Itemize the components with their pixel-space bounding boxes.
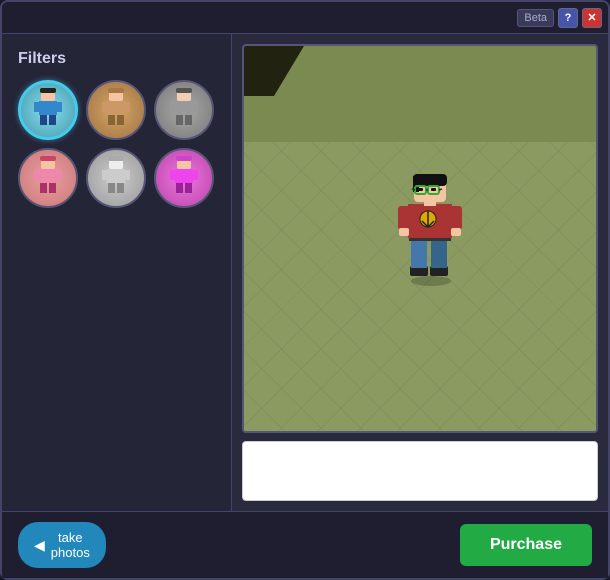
preview-area [242,44,598,433]
take-photos-button[interactable]: takephotos [18,522,106,568]
description-text-box[interactable] [242,441,598,501]
dark-corner [244,46,304,96]
filter-item-pink[interactable] [18,148,78,208]
filter-item-silver[interactable] [86,148,146,208]
beta-badge: Beta [517,9,554,27]
right-panel [232,34,608,511]
filters-label: Filters [18,50,215,68]
filter-grid [18,80,215,208]
title-bar: Beta ? ✕ [2,2,608,34]
bottom-bar: takephotos Purchase [2,511,608,578]
filter-item-cyan[interactable] [18,80,78,140]
filter-item-gray[interactable] [154,80,214,140]
character-preview [396,166,476,296]
purchase-button[interactable]: Purchase [460,524,592,566]
close-button[interactable]: ✕ [582,8,602,28]
help-button[interactable]: ? [558,8,578,28]
content-area: Filters [2,34,608,511]
filter-item-magenta[interactable] [154,148,214,208]
main-window: Beta ? ✕ Filters [0,0,610,580]
take-photos-label: takephotos [51,530,90,560]
left-panel: Filters [2,34,232,511]
filter-item-tan[interactable] [86,80,146,140]
